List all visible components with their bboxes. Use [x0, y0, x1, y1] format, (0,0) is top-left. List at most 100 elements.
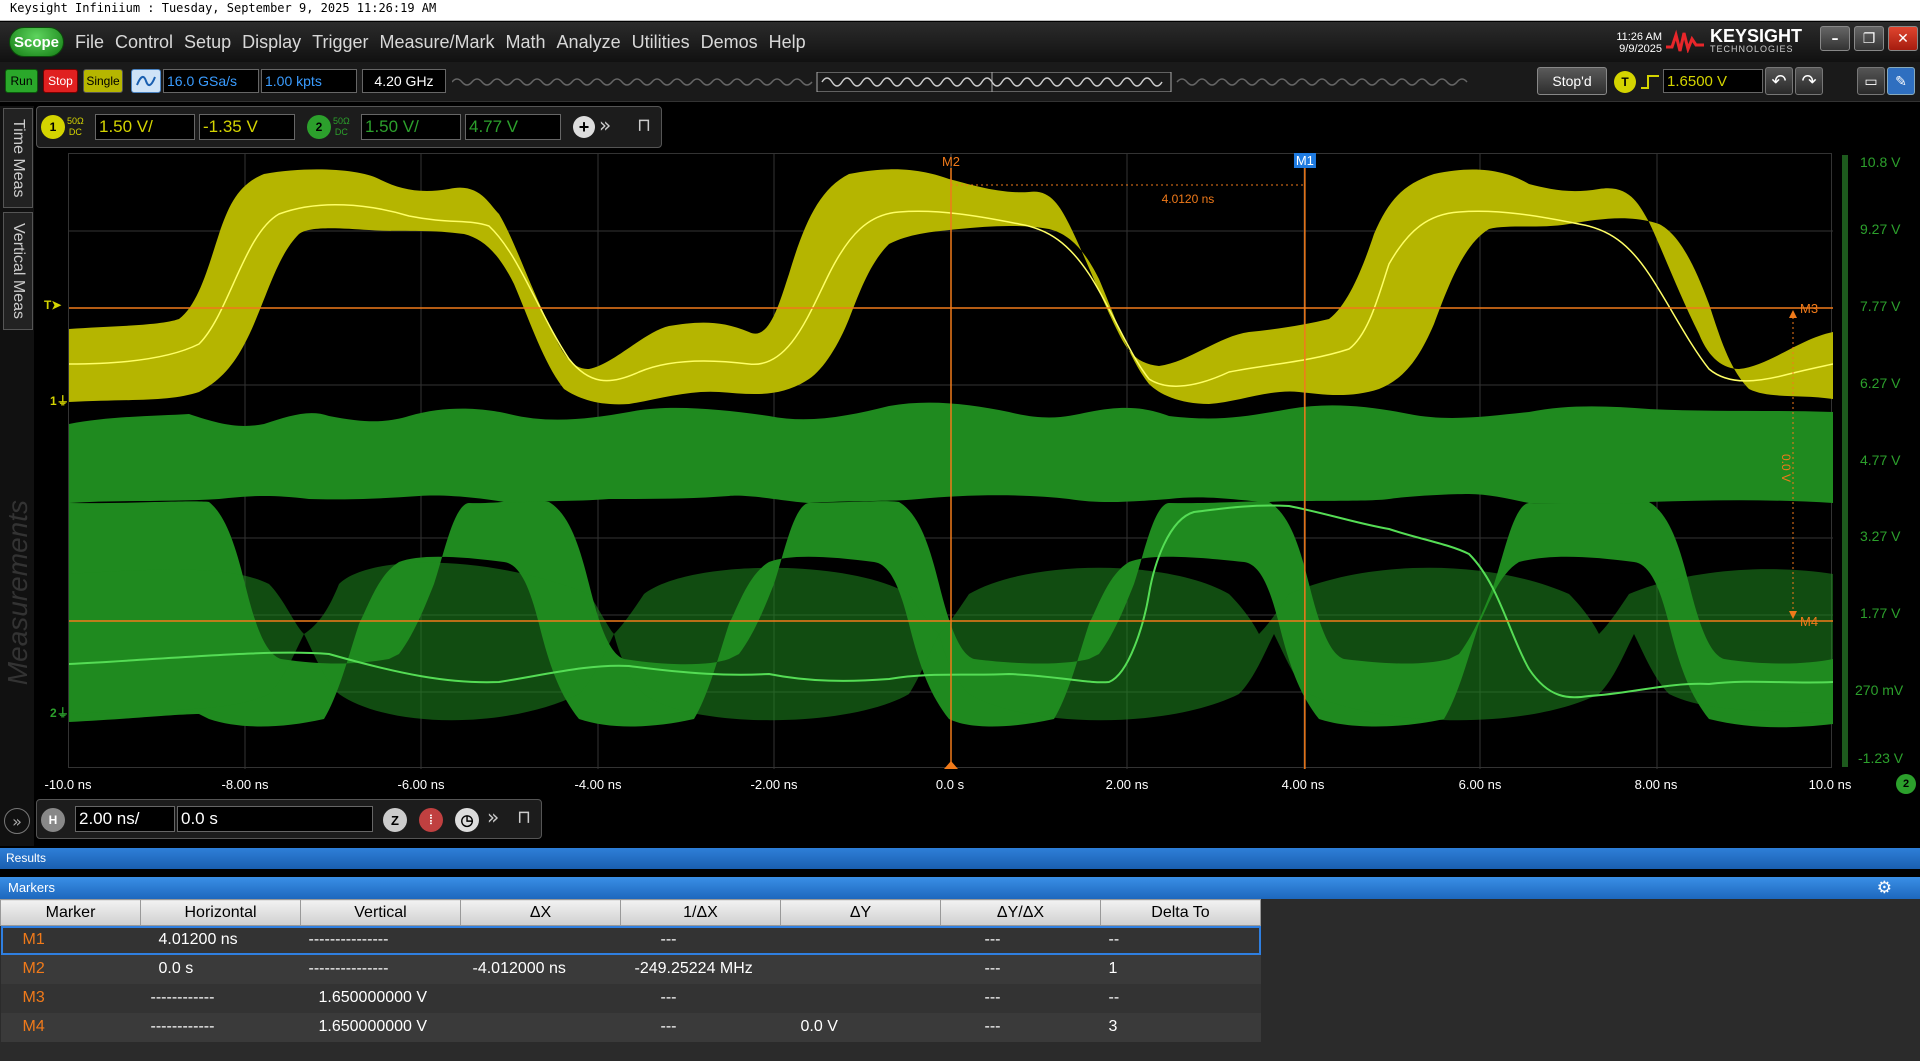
minimize-button[interactable]: – — [1820, 26, 1850, 51]
channel-setup-bar: 1 50Ω DC 1.50 V/ -1.35 V 2 50Ω DC 1.50 V/ … — [36, 106, 662, 148]
table-row[interactable]: M4 ------------ 1.650000000 V --- 0.0 V … — [0, 1012, 1261, 1042]
cell-vertical: 1.650000000 V — [300, 1012, 461, 1042]
table-row[interactable]: M1 4.01200 ns --------------- --- --- -- — [0, 925, 1261, 955]
auto-scale-icon[interactable] — [131, 69, 161, 93]
trigger-level-marker[interactable]: T➤ — [44, 298, 61, 312]
channel-2-offscreen-badge[interactable]: 2 — [1896, 774, 1916, 794]
zoom-icon[interactable]: Z — [383, 808, 407, 832]
close-button[interactable]: ✕ — [1888, 26, 1918, 51]
stop-button[interactable]: Stop — [43, 69, 78, 93]
tab-time-meas[interactable]: Time Meas — [3, 108, 33, 208]
col-delta-y[interactable]: ΔY — [780, 899, 941, 926]
channel-1-offset-field[interactable]: -1.35 V — [199, 114, 295, 140]
channel-2-badge[interactable]: 2 — [307, 115, 331, 139]
single-button[interactable]: Single — [83, 69, 123, 93]
sample-rate-field[interactable]: 16.0 GSa/s — [163, 69, 259, 93]
clock-date: 9/9/2025 — [1619, 43, 1662, 55]
cell-delta-y-over-delta-x: --- — [940, 925, 1101, 955]
y-tick-7: 270 mV — [1855, 682, 1904, 698]
markers-settings-icon[interactable]: ⚙ — [1877, 877, 1892, 899]
pin-icon[interactable]: ⊓ — [637, 115, 651, 136]
x-tick-10: 10.0 ns — [1808, 777, 1852, 792]
menu-measure-mark[interactable]: Measure/Mark — [379, 32, 494, 53]
col-horizontal[interactable]: Horizontal — [140, 899, 301, 926]
trigger-level-field[interactable]: 1.6500 V — [1663, 69, 1763, 93]
gate-icon[interactable]: ⦙ — [419, 808, 443, 832]
x-tick-5: 0.0 s — [935, 777, 965, 792]
add-channel-icon[interactable]: + — [573, 116, 595, 138]
time-delay-field[interactable]: 0.0 s — [177, 806, 373, 832]
undo-icon[interactable]: ↶ — [1765, 67, 1793, 95]
cell-inverse-delta-x: --- — [620, 925, 781, 955]
y-tick-3: 6.27 V — [1860, 375, 1901, 391]
y-tick-1: 9.27 V — [1860, 221, 1901, 237]
redo-icon[interactable]: ↷ — [1795, 67, 1823, 95]
side-expand-icon[interactable]: » — [4, 808, 30, 834]
trigger-source-badge[interactable]: T — [1614, 71, 1636, 93]
rising-edge-icon[interactable] — [1640, 74, 1660, 90]
expand-icon[interactable]: » — [599, 113, 611, 137]
menu-file[interactable]: File — [75, 32, 104, 53]
acquisition-status[interactable]: Stop'd — [1537, 67, 1607, 95]
tab-vertical-meas[interactable]: Vertical Meas — [3, 212, 33, 330]
markers-header: Markers ⚙ — [0, 877, 1920, 899]
col-inverse-delta-x[interactable]: 1/ΔX — [620, 899, 781, 926]
channel-2-offset-field[interactable]: 4.77 V — [465, 114, 561, 140]
marker-m1-label[interactable]: M1 — [1293, 153, 1316, 168]
horizontal-pin-icon[interactable]: ⊓ — [517, 807, 531, 828]
cell-delta-x — [460, 1012, 621, 1042]
cell-marker: M3 — [0, 983, 141, 1013]
y-tick-0: 10.8 V — [1860, 154, 1901, 170]
run-button[interactable]: Run — [5, 69, 38, 93]
col-vertical[interactable]: Vertical — [300, 899, 461, 926]
cell-delta-y-over-delta-x: --- — [940, 1012, 1101, 1042]
menu-control[interactable]: Control — [115, 32, 173, 53]
menu-help[interactable]: Help — [769, 32, 806, 53]
menu-analyze[interactable]: Analyze — [557, 32, 621, 53]
touch-icon[interactable]: ✎ — [1887, 67, 1915, 95]
marker-m4-label[interactable]: M4 — [1800, 614, 1818, 629]
horizontal-setup-bar: H 2.00 ns/ 0.0 s Z ⦙ ◷ » ⊓ — [36, 799, 542, 839]
cell-inverse-delta-x: --- — [620, 1012, 781, 1042]
menu-utilities[interactable]: Utilities — [632, 32, 690, 53]
layout-icon[interactable]: ▭ — [1857, 67, 1885, 95]
results-title: Results — [6, 851, 47, 865]
y-tick-4: 4.77 V — [1860, 452, 1901, 468]
waveform-display[interactable]: M2 M1 4.0120 ns M3 M4 0.0 V — [68, 153, 1833, 769]
menu-demos[interactable]: Demos — [701, 32, 758, 53]
keysight-logo: KEYSIGHT TECHNOLOGIES — [1665, 27, 1802, 54]
col-delta-to[interactable]: Delta To — [1100, 899, 1261, 926]
channel-1-scale-field[interactable]: 1.50 V/ — [95, 114, 195, 140]
time-scale-field[interactable]: 2.00 ns/ — [75, 806, 175, 832]
marker-m3-label[interactable]: M3 — [1800, 301, 1818, 316]
col-delta-y-over-delta-x[interactable]: ΔY/ΔX — [940, 899, 1101, 926]
x-tick-6: 2.00 ns — [1105, 777, 1149, 792]
scope-button[interactable]: Scope — [9, 27, 64, 57]
timebase-clock-icon[interactable]: ◷ — [455, 808, 479, 832]
channel-1-coupling: 50Ω DC — [67, 116, 84, 137]
channel-2-ground-marker[interactable]: 2⏚ — [50, 704, 69, 721]
memory-overview-strip[interactable] — [452, 72, 1472, 92]
col-delta-x[interactable]: ΔX — [460, 899, 621, 926]
cell-vertical: --------------- — [300, 954, 461, 984]
bandwidth-field[interactable]: 4.20 GHz — [362, 69, 446, 93]
horizontal-badge[interactable]: H — [41, 808, 65, 832]
delta-x-annotation: 4.0120 ns — [1161, 192, 1215, 206]
channel-1-ground-marker[interactable]: 1⏚ — [50, 392, 69, 409]
col-marker[interactable]: Marker — [0, 899, 141, 926]
memory-depth-field[interactable]: 1.00 kpts — [261, 69, 357, 93]
menu-math[interactable]: Math — [506, 32, 546, 53]
channel-1-badge[interactable]: 1 — [41, 115, 65, 139]
restore-button[interactable]: ❐ — [1854, 26, 1884, 51]
table-row[interactable]: M2 0.0 s --------------- -4.012000 ns -2… — [0, 954, 1261, 984]
cell-vertical: --------------- — [300, 925, 461, 955]
menu-trigger[interactable]: Trigger — [312, 32, 368, 53]
marker-m2-label[interactable]: M2 — [942, 154, 960, 169]
table-row[interactable]: M3 ------------ 1.650000000 V --- --- -- — [0, 983, 1261, 1013]
menu-display[interactable]: Display — [242, 32, 301, 53]
menu-setup[interactable]: Setup — [184, 32, 231, 53]
horizontal-expand-icon[interactable]: » — [487, 805, 499, 829]
acquisition-toolbar: Run Stop Single 16.0 GSa/s 1.00 kpts 4.2… — [0, 62, 1920, 102]
channel-2-scale-field[interactable]: 1.50 V/ — [361, 114, 461, 140]
channel-2-scale-strip — [1842, 155, 1848, 767]
